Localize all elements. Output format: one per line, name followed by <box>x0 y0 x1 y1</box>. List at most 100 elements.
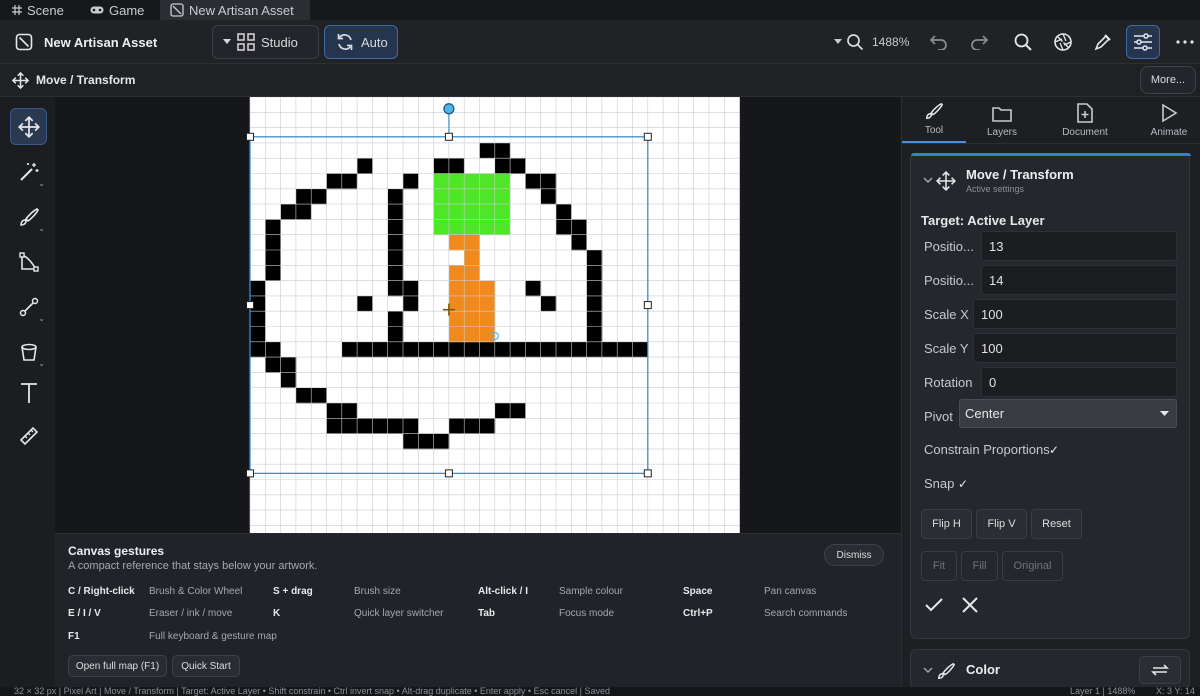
tab-scene[interactable]: Scene <box>12 0 64 20</box>
tool-move[interactable] <box>10 108 47 145</box>
chevron-down-icon <box>223 39 231 45</box>
black-pixel <box>387 280 404 297</box>
black-pixel <box>525 341 542 358</box>
undo-button[interactable] <box>922 25 956 59</box>
settings-panel-button[interactable] <box>1126 25 1160 59</box>
black-pixel <box>403 341 419 358</box>
tab-game[interactable]: Game <box>90 0 144 20</box>
resize-handle[interactable] <box>246 469 254 478</box>
black-pixel <box>387 188 404 205</box>
black-pixel <box>387 341 404 358</box>
black-pixel <box>494 403 511 419</box>
black-pixel <box>403 418 419 434</box>
tab-new-artisan-asset[interactable]: New Artisan Asset <box>160 0 310 20</box>
tool-vector[interactable] <box>10 243 47 280</box>
shortcut-desc: Brush & Color Wheel <box>149 586 243 597</box>
snap-checkbox[interactable]: ✓ <box>958 477 968 491</box>
position-x-field[interactable]: 13 <box>981 231 1177 261</box>
eyedropper-icon <box>1093 32 1113 52</box>
tab-document[interactable]: Document <box>1052 97 1118 143</box>
tool-brush[interactable]: ⌄ <box>10 198 47 235</box>
reset-button[interactable]: Reset <box>1031 509 1082 539</box>
move-icon <box>12 72 29 89</box>
fill-button[interactable]: Fill <box>961 551 998 581</box>
position-x-label: Positio... <box>924 239 974 254</box>
resize-handle[interactable] <box>643 301 652 310</box>
resize-handle[interactable] <box>246 132 254 141</box>
black-pixel <box>510 158 526 174</box>
document-tab-bar: Scene Game New Artisan Asset <box>0 0 1200 20</box>
swap-icon <box>1150 663 1170 677</box>
card-subtitle: Active settings <box>966 184 1025 194</box>
open-full-map-button[interactable]: Open full map (F1) <box>68 655 167 677</box>
auto-mode-button[interactable]: Auto <box>324 25 398 59</box>
rotation-handle[interactable] <box>443 103 455 115</box>
rotation-field[interactable]: 0 <box>981 367 1177 397</box>
black-pixel <box>586 280 603 297</box>
dismiss-button[interactable]: Dismiss <box>824 544 884 566</box>
tab-tool[interactable]: Tool <box>902 97 966 143</box>
original-button[interactable]: Original <box>1002 551 1063 581</box>
tool-ruler[interactable] <box>10 417 47 454</box>
swap-colors-button[interactable] <box>1139 656 1181 684</box>
resize-handle[interactable] <box>444 132 453 141</box>
aperture-button[interactable] <box>1046 25 1080 59</box>
shortcut-desc: Sample colour <box>559 586 623 597</box>
collapse-chevron-icon[interactable] <box>923 667 933 673</box>
tool-line[interactable]: ⌄ <box>10 288 47 325</box>
tool-text[interactable] <box>10 374 47 411</box>
green-pixel <box>448 204 465 220</box>
resize-handle[interactable] <box>643 132 652 141</box>
flip-v-button[interactable]: Flip V <box>976 509 1027 539</box>
black-pixel <box>387 219 404 236</box>
studio-mode-button[interactable]: Studio <box>212 25 319 59</box>
flip-h-button[interactable]: Flip H <box>921 509 972 539</box>
asset-title: New Artisan Asset <box>44 34 158 50</box>
scale-y-label: Scale Y <box>924 341 969 356</box>
scale-x-field[interactable]: 100 <box>973 299 1177 329</box>
search-button[interactable] <box>1006 25 1040 59</box>
collapse-chevron-icon[interactable] <box>923 177 933 183</box>
eyedropper-button[interactable] <box>1086 25 1120 59</box>
resize-handle[interactable] <box>444 469 453 478</box>
ruler-icon <box>18 425 40 447</box>
tab-layers[interactable]: Layers <box>974 97 1030 143</box>
orange-pixel <box>464 295 480 312</box>
apply-check-icon[interactable] <box>925 598 943 612</box>
play-icon <box>1160 103 1178 123</box>
more-button[interactable]: More... <box>1140 66 1196 94</box>
position-y-field[interactable]: 14 <box>981 265 1177 295</box>
black-pixel <box>326 173 343 190</box>
green-pixel <box>433 188 450 205</box>
tool-magic-wand[interactable]: ⌄ <box>10 153 47 190</box>
quick-start-button[interactable]: Quick Start <box>172 655 240 677</box>
resize-handle[interactable] <box>643 469 652 478</box>
pivot-select[interactable]: Center <box>959 399 1177 428</box>
redo-button[interactable] <box>962 25 996 59</box>
drawing-canvas-area[interactable] <box>55 97 901 533</box>
black-pixel <box>586 341 603 358</box>
resize-handle[interactable] <box>246 301 254 310</box>
tab-animate[interactable]: Animate <box>1138 97 1200 143</box>
green-pixel <box>433 219 450 236</box>
scale-y-field[interactable]: 100 <box>973 333 1177 363</box>
fit-button[interactable]: Fit <box>921 551 957 581</box>
brush-icon <box>936 661 956 681</box>
pixel-canvas[interactable] <box>55 97 901 533</box>
zoom-level: 1488% <box>872 35 910 49</box>
constrain-checkbox[interactable]: ✓ <box>1049 443 1059 457</box>
more-options-button[interactable] <box>1168 25 1200 59</box>
aperture-icon <box>1053 32 1073 52</box>
tool-options-bar: Move / Transform More... <box>0 64 1200 97</box>
status-bar: 32 × 32 px | Pixel Art | Move / Transfor… <box>0 687 1200 696</box>
shortcut-desc: Search commands <box>764 608 848 619</box>
black-pixel <box>433 158 450 174</box>
shortcut-key: Tab <box>478 608 496 619</box>
cancel-x-icon[interactable] <box>962 597 978 613</box>
tool-bucket[interactable]: ⌄ <box>10 333 47 370</box>
status-left-text: 32 × 32 px | Pixel Art | Move / Transfor… <box>14 687 610 696</box>
zoom-control[interactable]: 1488% <box>834 32 909 52</box>
shortcut-key: F1 <box>68 631 80 642</box>
black-pixel <box>448 341 465 358</box>
black-pixel <box>403 173 419 190</box>
